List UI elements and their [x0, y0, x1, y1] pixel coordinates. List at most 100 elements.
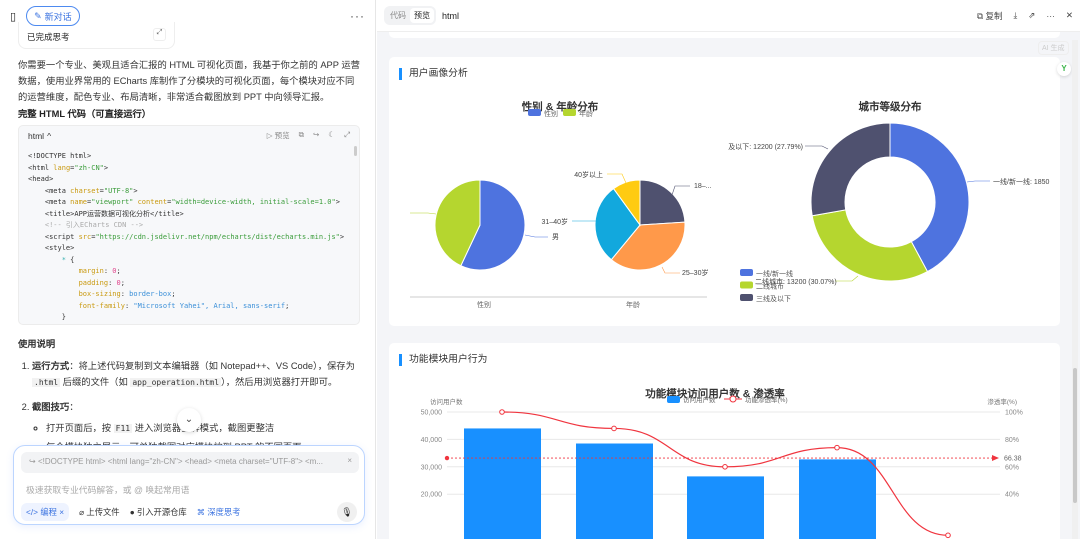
share-icon[interactable]: ↪	[313, 130, 319, 141]
code-token: charset	[70, 186, 100, 195]
code-token: }	[28, 313, 66, 321]
code-heading: 完整 HTML 代码（可直接运行）	[18, 109, 152, 119]
code-token: "Microsoft Yahei", Arial, sans-serif	[133, 301, 286, 310]
thinking-status[interactable]: 已完成思考 ⤢	[18, 22, 175, 49]
expand-icon[interactable]: ⤢	[153, 28, 166, 41]
deep-label: 深度思考	[207, 507, 241, 517]
github-icon: ●	[129, 507, 137, 517]
code-token: "width=device-width, initial-scale=1.0"	[171, 198, 336, 206]
answer-intro: 你需要一个专业、美观且适合汇报的 HTML 可视化页面，我基于你之前的 APP …	[18, 60, 360, 102]
preview-scrollbar[interactable]	[1072, 40, 1078, 539]
step-text: 后缀的文件（如	[60, 377, 131, 387]
code-scrollbar[interactable]	[354, 146, 357, 156]
deep-think-button[interactable]: ⌘ 深度思考	[197, 506, 241, 518]
code-token: >	[335, 198, 340, 206]
code-token: >	[339, 232, 345, 241]
code-token: <!DOCTYPE html>	[28, 152, 92, 160]
code-token: >	[133, 186, 138, 195]
code-mode-chip[interactable]: </> 编程 ×	[21, 503, 70, 521]
feature-behavior-card: 功能模块用户行为	[389, 343, 1060, 539]
fullscreen-icon[interactable]: ⤢	[344, 130, 350, 141]
code-icon: </>	[26, 507, 41, 517]
sidebar-toggle-icon[interactable]: ▯	[10, 10, 16, 23]
copy-label: 复制	[985, 10, 1003, 21]
copy-icon[interactable]: ⧉	[299, 130, 304, 141]
microphone-icon[interactable]: 🎙	[337, 502, 357, 522]
tab-preview[interactable]: 预览	[410, 8, 434, 23]
code-line: * {	[28, 255, 350, 267]
thinking-label: 已完成思考	[27, 32, 70, 42]
preview-button[interactable]: ▷ 预览	[267, 130, 290, 141]
scroll-thumb[interactable]	[1073, 368, 1077, 503]
code-line: <html lang="zh-CN">	[28, 163, 350, 175]
tip: 打开页面后，按 F11 进入浏览器全屏模式，截图更整洁	[46, 419, 363, 438]
plugin-badge-icon[interactable]: Y	[1057, 62, 1071, 76]
file-name: html	[442, 10, 460, 21]
usage-section: 使用说明 运行方式：将上述代码复制到文本编辑器（如 Notepad++、VS C…	[18, 334, 363, 457]
code-line: <head>	[28, 174, 350, 186]
inline-code: .html	[32, 378, 61, 387]
code-line: <style>	[28, 243, 350, 255]
more-icon[interactable]: ···	[350, 9, 365, 23]
code-token: {	[70, 255, 75, 264]
step-text: ：	[69, 402, 79, 412]
import-repo-button[interactable]: ● 引入开源仓库	[130, 506, 187, 518]
step-text: ），然后用浏览器打开即可。	[221, 377, 338, 387]
code-token: "viewport"	[91, 198, 138, 206]
code-token: content	[137, 198, 168, 206]
scroll-down-button[interactable]: ⌄	[177, 408, 201, 432]
preview-panel: 用户画像分析 功能模块用户行为 性别 & 年龄分布 性别 年龄男 18–... 25–3…	[377, 0, 1080, 539]
code-token: :	[108, 278, 117, 287]
more-icon[interactable]: ···	[1046, 11, 1055, 21]
code-token: margin	[28, 267, 104, 275]
code-line: <script src="https://cdn.jsdelivr.net/np…	[28, 232, 350, 244]
code-token: padding	[28, 278, 109, 287]
theme-icon[interactable]: ☾	[328, 130, 335, 141]
chat-input[interactable]: 极速获取专业代码解答，或 @ 唤起常用语	[26, 483, 189, 496]
code-chip-label: 编程	[40, 507, 57, 517]
code-token: "UTF-8"	[103, 186, 134, 195]
quoted-code: ↪ <!DOCTYPE html> <html lang="zh-CN"> <h…	[21, 452, 359, 473]
deep-think-icon: ⌘	[196, 507, 208, 517]
step-title: 运行方式	[32, 361, 70, 371]
copy-button[interactable]: ⧉ 复制	[977, 10, 1002, 22]
code-token: <style>	[28, 244, 75, 252]
code-language: html	[28, 130, 45, 141]
inline-code: F11	[113, 424, 133, 433]
code-line: box-sizing: border-box;	[28, 289, 350, 301]
code-line: margin: 0;	[28, 266, 350, 278]
upload-file-button[interactable]: ⌀ 上传文件	[79, 506, 120, 518]
download-icon[interactable]: ⤓	[1013, 10, 1017, 21]
repo-label: 引入开源仓库	[136, 507, 187, 517]
usage-heading: 使用说明	[18, 339, 56, 349]
reply-icon: ↪	[29, 457, 38, 466]
share-icon[interactable]: ⇗	[1028, 10, 1035, 21]
close-icon[interactable]: ✕	[1066, 10, 1073, 21]
code-token: name	[70, 198, 88, 206]
remove-quote-icon[interactable]: ×	[347, 456, 352, 465]
collapse-icon[interactable]: ^	[47, 131, 51, 141]
code-token: <head>	[28, 175, 54, 183]
code-line: <!-- 引入ECharts CDN -->	[28, 220, 350, 232]
code-token: ;	[120, 278, 125, 287]
edit-icon: ✎	[34, 10, 42, 21]
code-token: <meta	[28, 198, 71, 206]
new-chat-label: 新对话	[44, 11, 72, 22]
code-token: <html	[28, 163, 54, 172]
step-title: 截图技巧	[32, 402, 70, 412]
code-line: <meta charset="UTF-8">	[28, 186, 350, 198]
code-token: font-family	[28, 301, 125, 310]
code-block: html ^ ▷ 预览 ⧉ ↪ ☾ ⤢ <!DOCTYPE html> <html lang…	[18, 125, 360, 325]
code-line: <!DOCTYPE html>	[28, 151, 350, 163]
input-toolbar: </> 编程 × ⌀ 上传文件 ● 引入开源仓库 ⌘ 深度思考	[21, 503, 241, 521]
code-token: lang	[53, 163, 71, 172]
code-content[interactable]: <!DOCTYPE html> <html lang="zh-CN"> <head>…	[19, 145, 359, 324]
view-toggle: 代码 预览	[384, 6, 436, 25]
tab-code[interactable]: 代码	[386, 8, 410, 23]
code-token: src	[78, 232, 92, 241]
code-token: ;	[116, 267, 121, 275]
code-token: box-sizing	[28, 290, 121, 298]
code-token: ;	[171, 290, 176, 298]
quote-text: <!DOCTYPE html> <html lang="zh-CN"> <hea…	[37, 457, 323, 466]
code-token: >	[103, 163, 109, 172]
